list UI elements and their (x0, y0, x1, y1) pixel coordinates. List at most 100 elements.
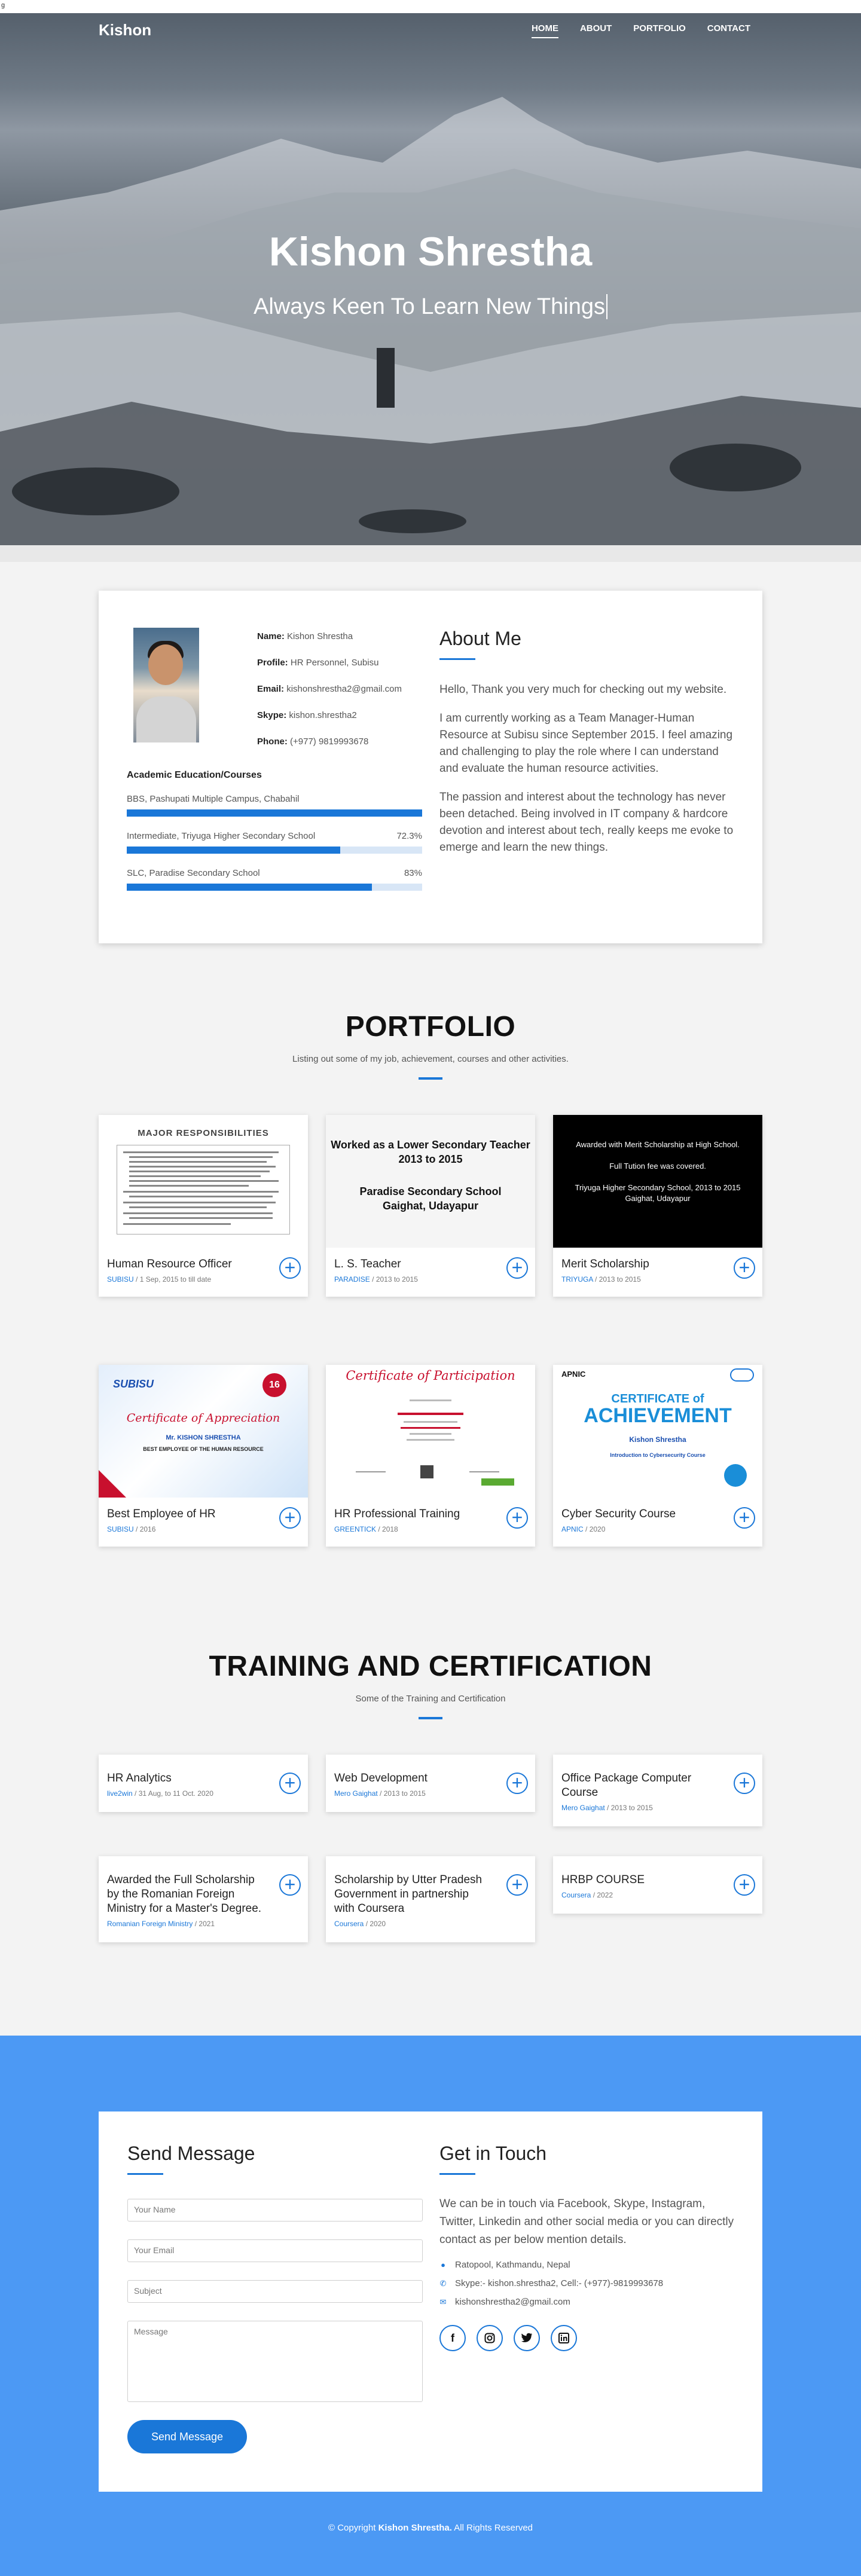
thumb-badge: 16 (262, 1373, 286, 1397)
thumb-text-lines (123, 1151, 279, 1225)
facebook-icon[interactable]: f (439, 2325, 466, 2351)
subject-input[interactable]: Subject (127, 2280, 423, 2303)
training-card[interactable]: Awarded the Full Scholarship by the Roma… (99, 1856, 308, 1942)
thumb-name: Mr. KISHON SHRESTHA (166, 1434, 241, 1441)
hero-tagline: Always Keen To Learn New Things (0, 294, 861, 320)
plus-icon[interactable]: + (279, 1773, 301, 1794)
about-paragraph: Hello, Thank you very much for checking … (439, 683, 727, 696)
portfolio-thumbnail: MAJOR RESPONSIBILITIES (99, 1115, 308, 1248)
about-title: About Me (439, 628, 521, 649)
card-title: L. S. Teacher (334, 1258, 401, 1270)
section-divider (0, 545, 861, 562)
portfolio-card[interactable]: Worked as a Lower Secondary Teacher 2013… (326, 1115, 535, 1297)
plus-icon[interactable]: + (279, 1257, 301, 1279)
card-org: APNIC (561, 1525, 584, 1533)
card-body: Merit Scholarship TRIYUGA / 2013 to 2015… (553, 1248, 762, 1297)
card-meta: APNIC / 2020 (561, 1525, 606, 1533)
portfolio-thumbnail: Worked as a Lower Secondary Teacher 2013… (326, 1115, 535, 1248)
thumb-heading: MAJOR RESPONSIBILITIES (138, 1128, 269, 1138)
card-meta: SUBISU / 2016 (107, 1525, 156, 1533)
card-body: HR Professional Training GREENTICK / 201… (326, 1498, 535, 1547)
training-date: 2022 (597, 1891, 613, 1899)
info-email: Email: kishonshrestha2@gmail.com (257, 684, 402, 694)
card-meta: SUBISU / 1 Sep, 2015 to till date (107, 1275, 212, 1284)
card-org: TRIYUGA (561, 1275, 593, 1284)
portfolio-card[interactable]: Certificate of Participation HR Professi… (326, 1365, 535, 1547)
card-org: SUBISU (107, 1275, 134, 1284)
message-textarea[interactable]: Message (127, 2321, 423, 2402)
card-body: Human Resource Officer SUBISU / 1 Sep, 2… (99, 1248, 308, 1297)
training-card-meta: Coursera / 2022 (561, 1891, 613, 1899)
training-card[interactable]: Office Package Computer Course Mero Gaig… (553, 1755, 762, 1826)
portfolio-card[interactable]: MAJOR RESPONSIBILITIES Human Resource Of… (99, 1115, 308, 1297)
training-card-meta: Romanian Foreign Ministry / 2021 (107, 1920, 215, 1928)
training-card-title: Office Package Computer Course (561, 1772, 692, 1799)
plus-icon[interactable]: + (506, 1257, 528, 1279)
thumb-line: 2013 to 2015 (398, 1153, 463, 1165)
twitter-icon[interactable] (514, 2325, 540, 2351)
email-input[interactable]: Your Email (127, 2239, 423, 2262)
education-name: BBS, Pashupati Multiple Campus, Chabahil (127, 794, 300, 804)
card-date: 2016 (139, 1525, 156, 1533)
plus-icon[interactable]: + (734, 1773, 755, 1794)
portfolio-card[interactable]: APNIC CERTIFICATE of ACHIEVEMENT Kishon … (553, 1365, 762, 1547)
training-card[interactable]: HR Analytics live2win / 31 Aug, to 11 Oc… (99, 1755, 308, 1812)
contact-address: Ratopool, Kathmandu, Nepal (455, 2260, 570, 2270)
education-progress-bar (127, 884, 422, 891)
plus-icon[interactable]: + (506, 1773, 528, 1794)
brand-logo[interactable]: Kishon (99, 21, 151, 39)
contact-info: Get in Touch We can be in touch via Face… (439, 2143, 738, 2351)
nav-home[interactable]: HOME (531, 23, 558, 38)
education-progress-bar (127, 809, 422, 817)
training-card[interactable]: HRBP COURSE Coursera / 2022 + (553, 1856, 762, 1914)
plus-icon[interactable]: + (506, 1874, 528, 1896)
training-date: 31 Aug, to 11 Oct. 2020 (138, 1789, 213, 1798)
instagram-icon[interactable] (477, 2325, 503, 2351)
training-card-title: Awarded the Full Scholarship by the Roma… (107, 1874, 262, 1915)
education-title: Academic Education/Courses (127, 770, 262, 780)
card-date: 2013 to 2015 (599, 1275, 641, 1284)
plus-icon[interactable]: + (279, 1507, 301, 1529)
plus-icon[interactable]: + (279, 1874, 301, 1896)
contact-skype-phone: Skype:- kishon.shrestha2, Cell:- (+977)-… (455, 2278, 664, 2288)
card-date: 2018 (382, 1525, 398, 1533)
nav-portfolio[interactable]: PORTFOLIO (633, 23, 686, 38)
plus-icon[interactable]: + (734, 1507, 755, 1529)
profile-info: Name: Kishon Shrestha Profile: HR Person… (257, 631, 402, 763)
card-meta: TRIYUGA / 2013 to 2015 (561, 1275, 641, 1284)
contact-email[interactable]: kishonshrestha2@gmail.com (455, 2297, 570, 2307)
title-underline (419, 1717, 442, 1719)
contact-form: Send Message Your Name Your Email Subjec… (127, 2143, 423, 2453)
portfolio-card[interactable]: SUBISU 16 Certificate of Appreciation Mr… (99, 1365, 308, 1547)
about-card: Name: Kishon Shrestha Profile: HR Person… (99, 591, 762, 943)
portfolio-thumbnail: SUBISU 16 Certificate of Appreciation Mr… (99, 1365, 308, 1498)
about-paragraph: The passion and interest about the techn… (439, 791, 734, 854)
thumb-line: Awarded with Merit Scholarship at High S… (576, 1140, 740, 1149)
card-org: SUBISU (107, 1525, 134, 1533)
card-body: Cyber Security Course APNIC / 2020 + (553, 1498, 762, 1547)
send-message-button[interactable]: Send Message (127, 2420, 247, 2453)
plus-icon[interactable]: + (506, 1507, 528, 1529)
info-skype: Skype: kishon.shrestha2 (257, 710, 357, 720)
linkedin-icon[interactable] (551, 2325, 577, 2351)
plus-icon[interactable]: + (734, 1874, 755, 1896)
thumb-logo: SUBISU (113, 1378, 154, 1390)
portfolio-card[interactable]: Awarded with Merit Scholarship at High S… (553, 1115, 762, 1297)
plus-icon[interactable]: + (734, 1257, 755, 1279)
nav-contact[interactable]: CONTACT (707, 23, 750, 38)
thumb-line: Full Tution fee was covered. (609, 1162, 706, 1171)
training-org: Coursera (561, 1891, 591, 1899)
email-icon: ✉ (439, 2297, 447, 2306)
training-date: 2021 (199, 1920, 215, 1928)
portfolio-thumbnail: Certificate of Participation (326, 1365, 535, 1498)
training-card[interactable]: Web Development Mero Gaighat / 2013 to 2… (326, 1755, 535, 1812)
education-percent: 72.3% (396, 831, 422, 841)
card-title: Human Resource Officer (107, 1258, 232, 1270)
training-date: 2013 to 2015 (383, 1789, 426, 1798)
name-input[interactable]: Your Name (127, 2199, 423, 2221)
training-card[interactable]: Scholarship by Utter Pradesh Government … (326, 1856, 535, 1942)
card-date: 1 Sep, 2015 to till date (139, 1275, 212, 1284)
nav-menu: HOME ABOUT PORTFOLIO CONTACT (531, 23, 750, 38)
nav-about[interactable]: ABOUT (580, 23, 612, 38)
thumb-corner (99, 1470, 126, 1498)
